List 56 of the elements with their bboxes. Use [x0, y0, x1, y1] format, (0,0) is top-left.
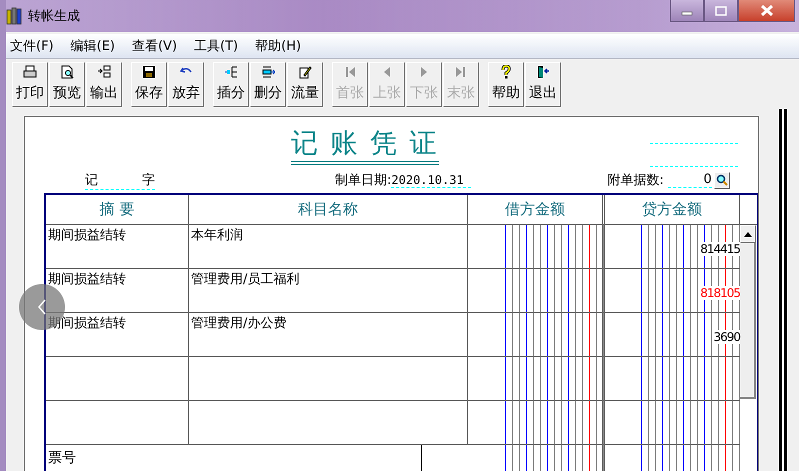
table-cell: 本年利润	[189, 225, 468, 268]
magnifier-icon	[716, 174, 728, 186]
floppy-icon	[142, 64, 156, 78]
toolbar-button[interactable]: 放弃	[168, 62, 204, 106]
toolbar-button[interactable]: 退出	[525, 62, 561, 106]
toolbar-button[interactable]: 保存	[131, 62, 167, 106]
close-icon	[760, 5, 774, 16]
ticket-label: 票号	[48, 450, 76, 466]
toolbar-button[interactable]: 删分	[250, 62, 286, 106]
voucher-type-field[interactable]: 记 字	[85, 170, 155, 190]
insert-icon	[224, 64, 238, 78]
menu-item[interactable]: 文件(F)	[6, 37, 58, 55]
arrow-icon	[261, 64, 275, 78]
last-icon	[454, 64, 468, 78]
triangle-up-icon	[744, 232, 752, 236]
maximize-icon	[715, 6, 727, 16]
toolbar-button[interactable]: 预览	[49, 62, 85, 106]
attachment-count-field[interactable]: 0	[668, 172, 712, 188]
first-icon	[343, 64, 357, 78]
scroll-up-button[interactable]	[740, 225, 756, 243]
toolbar-button[interactable]: 流量	[287, 62, 323, 106]
table-cell: 期间损益结转	[46, 225, 189, 268]
date-label: 制单日期:	[335, 172, 392, 189]
books-icon	[6, 7, 22, 25]
date-field[interactable]: 2020.10.31	[391, 172, 472, 188]
scroll-thumb[interactable]	[740, 243, 756, 399]
menu-item[interactable]: 查看(V)	[128, 37, 182, 55]
column-header: 摘 要	[46, 195, 189, 224]
arrow-icon	[97, 64, 111, 78]
window-title: 转帐生成	[28, 8, 80, 25]
pencil-icon	[298, 64, 312, 78]
amount-text: 3690	[712, 330, 740, 344]
question-icon	[499, 64, 513, 78]
door-icon	[536, 64, 550, 78]
attachment-label: 附单据数:	[607, 172, 664, 189]
magnifier-icon	[60, 64, 74, 78]
voucher-title: 记 账 凭 证	[291, 127, 439, 165]
lookup-button[interactable]	[714, 172, 730, 188]
toolbar-button[interactable]: 帮助	[488, 62, 524, 106]
chevron-left-icon	[37, 299, 47, 315]
column-header: 科目名称	[189, 195, 468, 224]
amount-text: 814415	[699, 242, 740, 256]
printer-icon	[23, 64, 37, 78]
amount-text: 818105	[699, 286, 740, 300]
toolbar-button[interactable]: 插分	[213, 62, 249, 106]
toolbar-button[interactable]: 输出	[86, 62, 122, 106]
column-header: 贷方金额	[605, 195, 740, 224]
table-cell: 管理费用/办公费	[189, 313, 468, 356]
toolbar-button[interactable]: 打印	[12, 62, 48, 106]
table-cell: 管理费用/员工福利	[189, 269, 468, 312]
menu-item[interactable]: 工具(T)	[190, 37, 242, 55]
menu-item[interactable]: 编辑(E)	[66, 37, 119, 55]
close-button[interactable]	[738, 0, 795, 22]
minimize-button[interactable]	[670, 0, 704, 22]
maximize-button[interactable]	[704, 0, 738, 22]
menu-item[interactable]: 帮助(H)	[251, 37, 306, 55]
